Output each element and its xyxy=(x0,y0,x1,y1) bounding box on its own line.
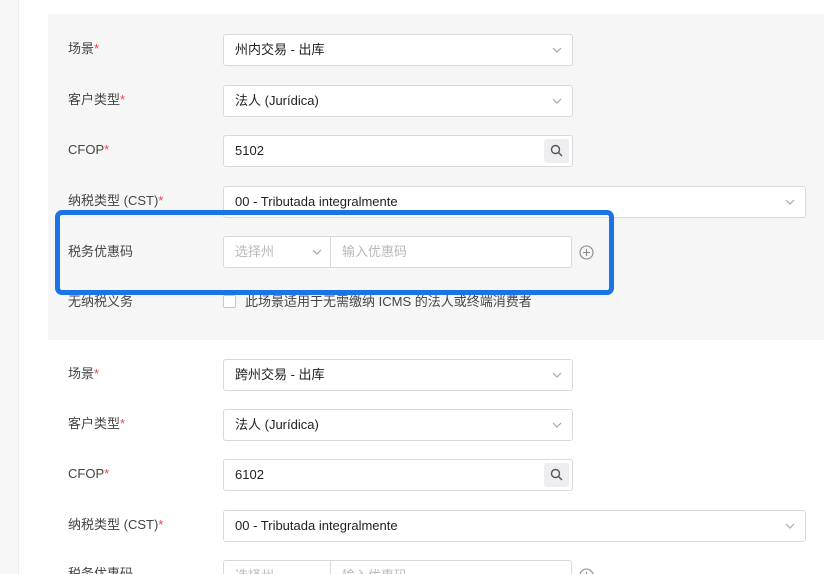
tax-benefit-label-2: 税务优惠码 xyxy=(68,566,134,574)
highlight-box xyxy=(55,210,614,295)
chevron-down-icon xyxy=(785,523,795,529)
chevron-down-icon xyxy=(552,372,562,378)
exempt-checkbox[interactable] xyxy=(223,295,236,308)
cfop-search-button[interactable] xyxy=(544,139,569,163)
scenario-label-2: 场景* xyxy=(68,366,100,381)
benefit-code-input-2[interactable]: 输入优惠码 xyxy=(330,560,572,574)
cst-value-2: 00 - Tributada integralmente xyxy=(235,518,398,533)
scenario-select-2[interactable]: 跨州交易 - 出库 xyxy=(223,359,573,391)
chevron-down-icon xyxy=(552,98,562,104)
customer-type-select-2[interactable]: 法人 (Jurídica) xyxy=(223,409,573,441)
cfop-input[interactable]: 5102 xyxy=(223,135,573,167)
cst-select-2[interactable]: 00 - Tributada integralmente xyxy=(223,510,806,542)
left-rail xyxy=(0,0,19,574)
cfop-search-button-2[interactable] xyxy=(544,463,569,487)
cst-label-2: 纳税类型 (CST)* xyxy=(68,517,164,532)
scenario-select[interactable]: 州内交易 - 出库 xyxy=(223,34,573,66)
cfop-input-2[interactable]: 6102 xyxy=(223,459,573,491)
cfop-label-2: CFOP* xyxy=(68,466,110,481)
scenario-value: 州内交易 - 出库 xyxy=(235,42,325,57)
customer-type-value: 法人 (Jurídica) xyxy=(235,93,319,108)
chevron-down-icon xyxy=(552,422,562,428)
cfop-value-2: 6102 xyxy=(235,467,264,482)
cst-label: 纳税类型 (CST)* xyxy=(68,193,164,208)
state-select-2[interactable]: 选择州 xyxy=(223,560,331,574)
chevron-down-icon xyxy=(552,47,562,53)
scenario-label: 场景* xyxy=(68,41,100,56)
scenario-value-2: 跨州交易 - 出库 xyxy=(235,367,325,382)
cfop-label: CFOP* xyxy=(68,142,110,157)
cfop-value: 5102 xyxy=(235,143,264,158)
state-placeholder-2: 选择州 xyxy=(235,561,274,574)
customer-type-label: 客户类型* xyxy=(68,92,126,107)
search-icon xyxy=(550,144,563,157)
customer-type-value-2: 法人 (Jurídica) xyxy=(235,417,319,432)
customer-type-select[interactable]: 法人 (Jurídica) xyxy=(223,85,573,117)
customer-type-label-2: 客户类型* xyxy=(68,416,126,431)
exempt-label: 无纳税义务 xyxy=(68,294,134,309)
chevron-down-icon xyxy=(785,199,795,205)
plus-circle-icon[interactable] xyxy=(579,568,594,574)
exempt-checkbox-text: 此场景适用于无需缴纳 ICMS 的法人或终端消费者 xyxy=(245,294,532,309)
benefit-code-placeholder-2: 输入优惠码 xyxy=(342,561,407,574)
search-icon xyxy=(550,468,563,481)
